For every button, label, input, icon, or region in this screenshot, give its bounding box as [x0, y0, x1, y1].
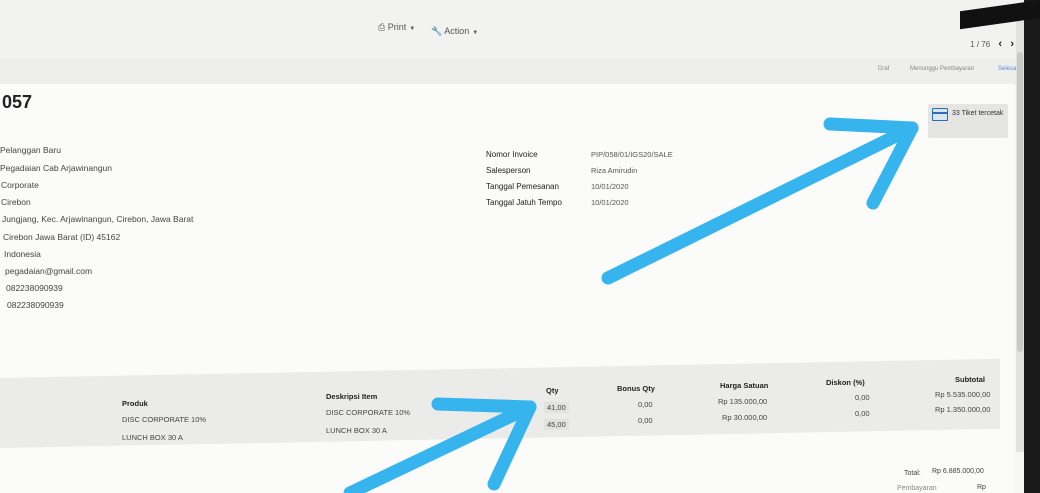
annotation-arrows [343, 117, 919, 493]
arrow-head-upper [431, 397, 537, 414]
arrow-head-upper [823, 117, 919, 135]
arrow-to-ticket-button [601, 121, 919, 285]
